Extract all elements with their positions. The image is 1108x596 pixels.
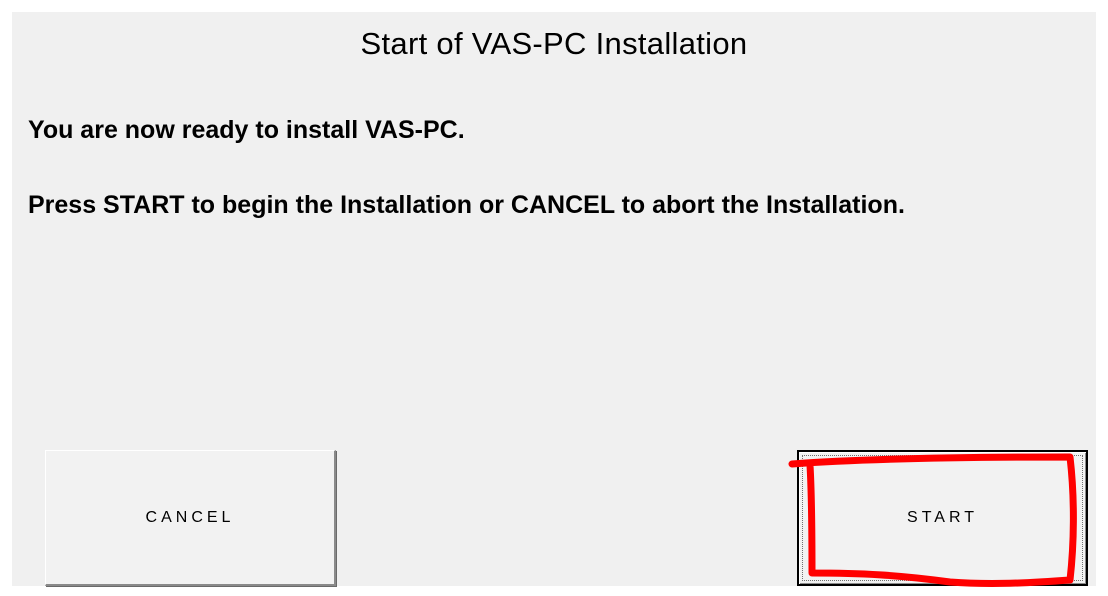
- ready-message: You are now ready to install VAS-PC.: [28, 116, 465, 144]
- start-button-label: START: [907, 509, 978, 526]
- start-button[interactable]: START: [797, 450, 1088, 586]
- cancel-button-label: CANCEL: [145, 508, 235, 526]
- dialog-title: Start of VAS-PC Installation: [360, 26, 748, 61]
- cancel-button[interactable]: CANCEL: [45, 450, 336, 586]
- instructions-message: Press START to begin the Installation or…: [28, 191, 905, 219]
- installer-screen: Start of VAS-PC Installation You are now…: [12, 12, 1096, 586]
